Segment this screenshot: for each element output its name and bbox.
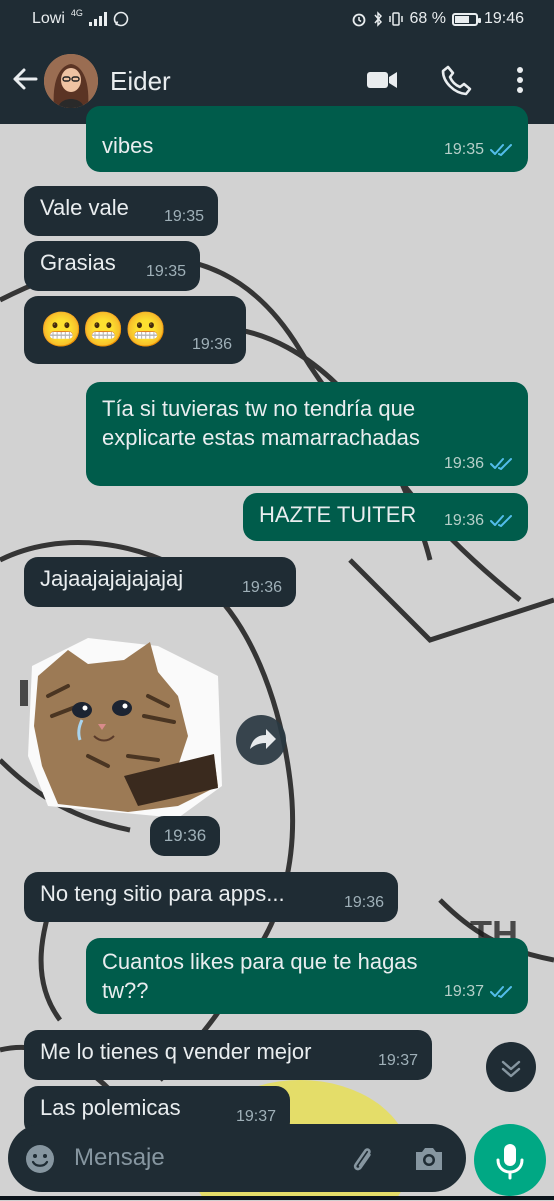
status-left: Lowi 4G bbox=[32, 8, 129, 28]
message-incoming[interactable]: Me lo tienes q vender mejor 19:37 bbox=[24, 1030, 432, 1080]
message-incoming[interactable]: No teng sitio para apps... 19:36 bbox=[24, 872, 398, 922]
emoji-icon[interactable] bbox=[24, 1143, 56, 1175]
clock: 19:46 bbox=[483, 10, 524, 27]
message-outgoing[interactable]: Cuantos likes para que te hagas tw?? 19:… bbox=[86, 938, 528, 1014]
read-ticks-icon bbox=[490, 985, 514, 999]
message-time: 19:36 bbox=[241, 579, 282, 596]
message-time: 19:37 bbox=[443, 983, 484, 1000]
contact-name[interactable]: Eider bbox=[110, 66, 171, 97]
message-text: Tía si tuvieras tw no tendría que explic… bbox=[102, 396, 422, 450]
forward-button[interactable] bbox=[236, 715, 286, 765]
message-incoming[interactable]: 😬😬😬 19:36 bbox=[24, 296, 246, 364]
message-outgoing[interactable]: HAZTE TUITER 19:36 bbox=[243, 493, 528, 541]
message-meta: 19:36 bbox=[242, 573, 282, 602]
nav-bar-strip bbox=[0, 1196, 554, 1200]
signal-icon bbox=[88, 12, 107, 26]
message-meta: 19:36 bbox=[192, 330, 232, 359]
message-meta: 19:37 bbox=[378, 1046, 418, 1075]
message-meta: 19:37 bbox=[444, 977, 514, 1006]
crying-cat-sticker[interactable] bbox=[28, 636, 222, 818]
read-ticks-icon bbox=[490, 143, 514, 157]
network-type-label: 4G bbox=[70, 8, 83, 18]
sticker-time: 19:36 bbox=[150, 816, 220, 856]
message-meta: 19:35 bbox=[444, 135, 514, 164]
message-incoming[interactable]: Jajaajajajajajaj 19:36 bbox=[24, 557, 296, 607]
whatsapp-icon bbox=[113, 11, 129, 27]
message-composer[interactable]: Mensaje bbox=[8, 1124, 466, 1192]
scroll-to-bottom-button[interactable] bbox=[486, 1042, 536, 1092]
message-meta: 19:36 bbox=[344, 888, 384, 917]
status-right: 68 % 19:46 bbox=[351, 10, 524, 28]
message-text: Me lo tienes q vender mejor bbox=[40, 1039, 312, 1064]
message-time: 19:35 bbox=[443, 141, 484, 158]
message-time: 19:36 bbox=[443, 512, 484, 529]
more-vertical-icon[interactable] bbox=[504, 64, 536, 96]
message-time: 19:36 bbox=[191, 336, 232, 353]
message-meta: 19:36 bbox=[444, 449, 514, 478]
vibrate-icon bbox=[389, 12, 404, 26]
message-input[interactable]: Mensaje bbox=[74, 1144, 165, 1172]
camera-icon[interactable] bbox=[412, 1142, 446, 1176]
forward-icon bbox=[250, 729, 276, 749]
message-time: 19:36 bbox=[443, 455, 484, 472]
bluetooth-icon bbox=[374, 11, 383, 27]
avatar[interactable] bbox=[44, 54, 98, 108]
read-ticks-icon bbox=[490, 457, 514, 471]
message-time: 19:35 bbox=[145, 263, 186, 280]
chevron-double-down-icon bbox=[501, 1060, 521, 1078]
battery-fill bbox=[454, 15, 469, 23]
message-time: 19:37 bbox=[377, 1052, 418, 1069]
arrow-left-icon[interactable] bbox=[10, 64, 40, 94]
mic-icon bbox=[496, 1144, 524, 1180]
message-outgoing[interactable]: vibes 19:35 bbox=[86, 106, 528, 172]
message-meta: 19:35 bbox=[164, 202, 204, 231]
message-incoming[interactable]: Vale vale 19:35 bbox=[24, 186, 218, 236]
video-call-icon[interactable] bbox=[366, 64, 398, 96]
battery-icon bbox=[451, 12, 481, 26]
alarm-icon bbox=[353, 13, 366, 27]
message-text: No teng sitio para apps... bbox=[40, 881, 285, 906]
message-outgoing[interactable]: Tía si tuvieras tw no tendría que explic… bbox=[86, 382, 528, 486]
message-time: 19:35 bbox=[163, 208, 204, 225]
message-meta: 19:35 bbox=[146, 257, 186, 286]
message-time: 19:36 bbox=[343, 894, 384, 911]
mic-button[interactable] bbox=[474, 1124, 546, 1196]
message-text: Cuantos likes para que te hagas tw?? bbox=[102, 949, 424, 1003]
battery-percentage: 68 % bbox=[409, 10, 446, 27]
attach-icon[interactable] bbox=[346, 1142, 380, 1176]
message-meta: 19:36 bbox=[444, 506, 514, 535]
phone-call-icon[interactable] bbox=[440, 64, 472, 96]
read-ticks-icon bbox=[490, 514, 514, 528]
carrier-label: Lowi bbox=[32, 10, 65, 27]
message-text: vibes bbox=[102, 133, 154, 158]
message-incoming[interactable]: Grasias 19:35 bbox=[24, 241, 200, 291]
status-bar: Lowi 4G 68 % 19:46 bbox=[0, 0, 554, 38]
